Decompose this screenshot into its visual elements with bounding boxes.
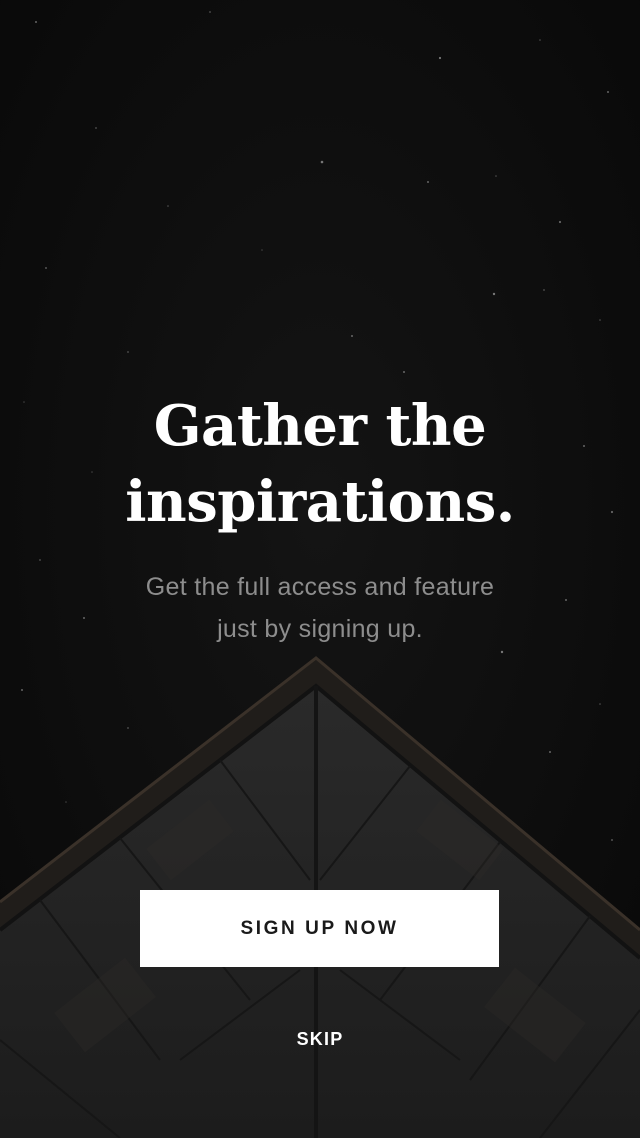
subtitle: Get the full access and feature just by … bbox=[0, 566, 640, 650]
subtitle-line-2: just by signing up. bbox=[217, 615, 423, 643]
headline: Gather the inspirations. bbox=[0, 388, 640, 540]
skip-button[interactable]: SKIP bbox=[270, 1022, 370, 1056]
subtitle-line-1: Get the full access and feature bbox=[145, 573, 495, 601]
headline-line-2: inspirations. bbox=[125, 469, 515, 535]
sign-up-button[interactable]: SIGN UP NOW bbox=[140, 890, 499, 967]
headline-line-1: Gather the bbox=[153, 393, 487, 459]
onboarding-screen: Gather the inspirations. Get the full ac… bbox=[0, 0, 640, 1138]
